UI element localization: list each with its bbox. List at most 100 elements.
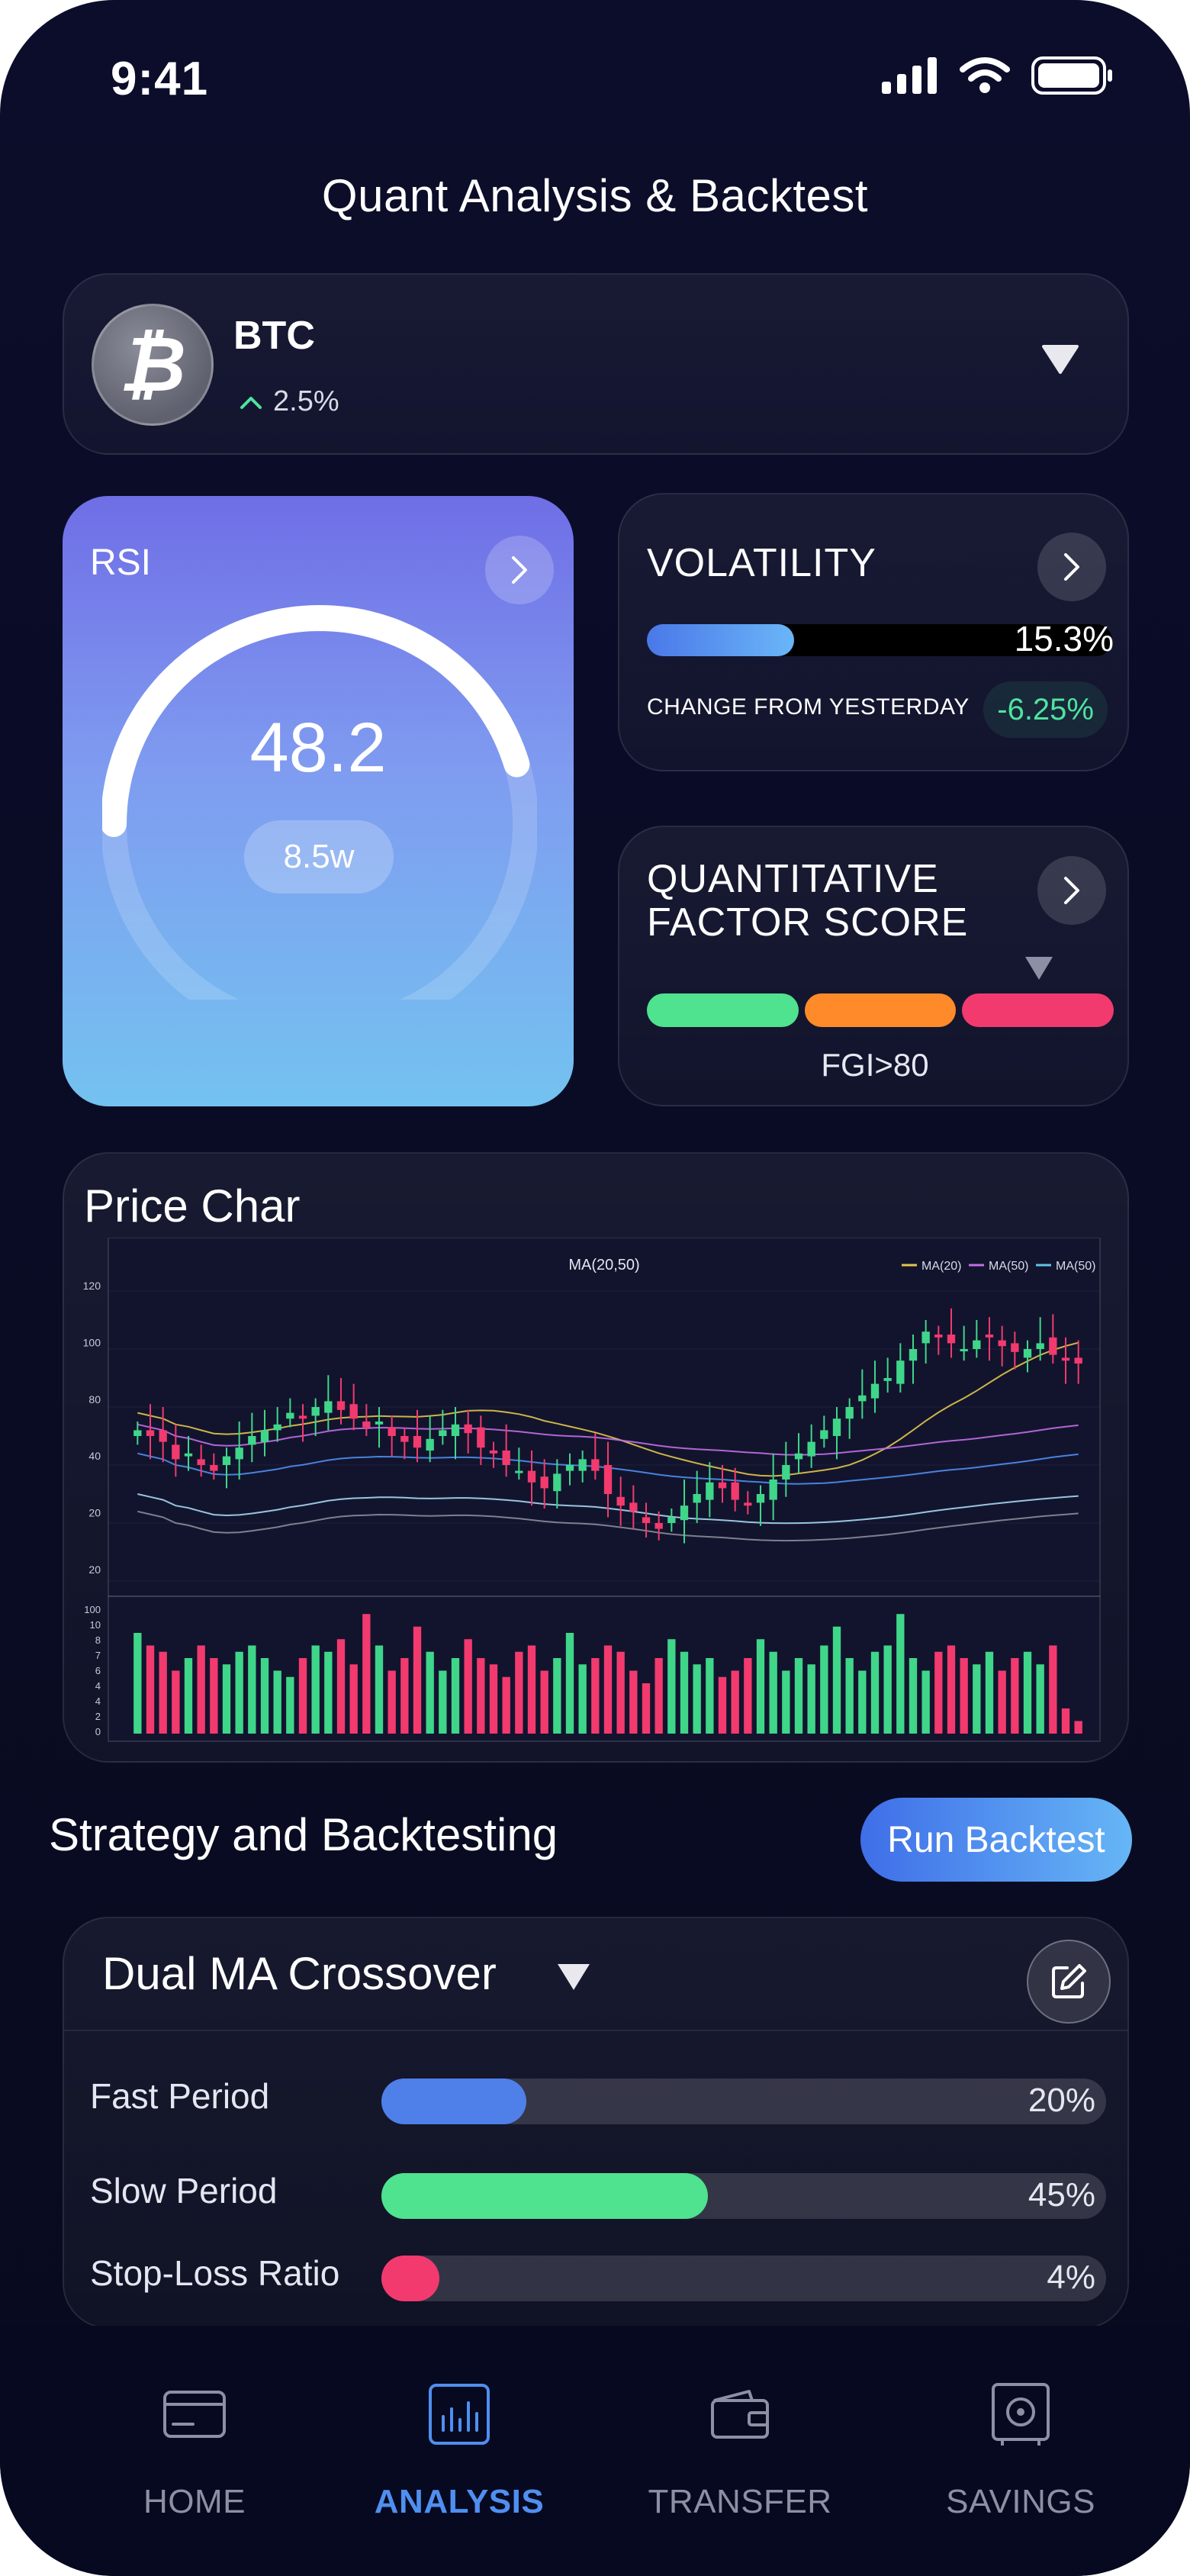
- volume-bar: [883, 1645, 892, 1734]
- volume-bar: [197, 1645, 205, 1734]
- factor-score-segment: [804, 993, 957, 1027]
- battery-icon: [1031, 56, 1112, 95]
- candle-body: [603, 1465, 613, 1494]
- run-backtest-button[interactable]: Run Backtest: [860, 1798, 1132, 1882]
- volume-bar: [998, 1670, 1006, 1734]
- candle-body: [553, 1473, 561, 1492]
- candle-body: [159, 1430, 167, 1442]
- volume-bar: [985, 1651, 994, 1734]
- volume-bar: [603, 1645, 613, 1734]
- volume-bar: [591, 1658, 600, 1734]
- candle-body: [184, 1453, 193, 1457]
- status-time: 9:41: [111, 53, 209, 105]
- factor-score-segment: [962, 993, 1114, 1027]
- volatility-title: VOLATILITY: [647, 541, 876, 585]
- candle-body: [947, 1335, 956, 1344]
- candle-body: [222, 1456, 231, 1465]
- signal-icon: [882, 57, 937, 94]
- candle-body: [960, 1349, 968, 1351]
- rsi-card[interactable]: RSI 48.2 8.5w: [63, 496, 574, 1106]
- volume-bar: [693, 1664, 701, 1734]
- volume-bar: [489, 1664, 498, 1734]
- price-chart-title: Price Char: [84, 1180, 301, 1232]
- factor-score-detail-button[interactable]: [1037, 856, 1106, 925]
- volatility-card[interactable]: VOLATILITY 15.3% CHANGE FROM YESTERDAY -…: [618, 493, 1129, 771]
- candle-body: [324, 1401, 333, 1413]
- candle-body: [718, 1482, 727, 1489]
- volatility-detail-button[interactable]: [1037, 533, 1106, 601]
- fast-period-slider[interactable]: 20%: [381, 2079, 1106, 2124]
- volume-bar: [858, 1670, 867, 1734]
- candle-body: [400, 1436, 409, 1442]
- candle-body: [591, 1459, 600, 1471]
- nav-item-home[interactable]: HOME: [80, 2376, 309, 2521]
- dropdown-triangle-icon[interactable]: [556, 1963, 591, 1992]
- status-bar: 9:41: [0, 46, 1190, 114]
- nav-item-savings[interactable]: SAVINGS: [906, 2376, 1135, 2521]
- candle-body: [832, 1418, 841, 1436]
- candle-body: [133, 1430, 142, 1436]
- factor-score-card[interactable]: QUANTITATIVE FACTOR SCORE FGI>80: [618, 826, 1129, 1106]
- volume-bar: [744, 1658, 752, 1734]
- candle-body: [807, 1441, 815, 1457]
- volume-bar: [362, 1614, 371, 1734]
- legend-label: MA(20): [921, 1260, 961, 1273]
- candle-body: [565, 1465, 574, 1471]
- nav-label: SAVINGS: [946, 2483, 1095, 2520]
- volume-bar: [642, 1683, 651, 1734]
- candle-body: [782, 1465, 790, 1480]
- price-axis: 120 100 80 40 20 20: [83, 1280, 101, 1576]
- param-fill: [381, 2079, 526, 2124]
- rsi-period-pill: 8.5w: [244, 820, 394, 894]
- volume-bar: [184, 1658, 193, 1734]
- volume-bar: [832, 1626, 841, 1734]
- volume-bar: [731, 1670, 739, 1734]
- nav-item-analysis[interactable]: ANALYSIS: [345, 2376, 574, 2521]
- factor-score-title-line1: QUANTITATIVE: [647, 857, 939, 901]
- param-row-fast-period: Fast Period 20%: [64, 2069, 1127, 2130]
- volume-bar: [464, 1639, 472, 1734]
- stop-loss-ratio-slider[interactable]: 4%: [381, 2256, 1106, 2301]
- price-tick-label: 40: [88, 1450, 101, 1462]
- slow-period-slider[interactable]: 45%: [381, 2173, 1106, 2219]
- candle-body: [362, 1422, 371, 1428]
- volatility-value: 15.3%: [1014, 619, 1114, 658]
- candle-body: [477, 1427, 485, 1448]
- price-tick-label: 120: [83, 1280, 101, 1292]
- candle-body: [896, 1360, 905, 1384]
- strategy-selector[interactable]: Dual MA Crossover: [64, 1918, 1127, 2031]
- volume-bar: [680, 1651, 689, 1734]
- param-value: 4%: [1047, 2259, 1095, 2296]
- volume-bar: [947, 1645, 956, 1734]
- candle-body: [1036, 1343, 1044, 1349]
- candle-body: [706, 1482, 714, 1500]
- candle-body: [642, 1517, 651, 1523]
- edit-strategy-button[interactable]: [1027, 1940, 1111, 2024]
- candle-body: [1023, 1349, 1032, 1358]
- nav-item-transfer[interactable]: TRANSFER: [626, 2376, 854, 2521]
- factor-score-title-line2: FACTOR SCORE: [647, 900, 969, 945]
- legend-label: MA(50): [989, 1260, 1028, 1273]
- param-row-slow-period: Slow Period 45%: [64, 2164, 1127, 2225]
- volume-bar: [311, 1645, 320, 1734]
- param-label: Stop-Loss Ratio: [90, 2253, 340, 2293]
- candle-body: [464, 1424, 472, 1434]
- volume-bar: [388, 1670, 396, 1734]
- volume-bar: [782, 1670, 790, 1734]
- candle-body: [273, 1424, 281, 1431]
- volume-bar: [1061, 1708, 1070, 1734]
- volume-bar: [260, 1658, 269, 1734]
- factor-score-segment: [647, 993, 799, 1027]
- volume-bar: [540, 1670, 548, 1734]
- volume-bar: [527, 1645, 536, 1734]
- volume-bar: [210, 1658, 218, 1734]
- candle-body: [413, 1436, 422, 1448]
- volume-tick-label: 4: [95, 1680, 101, 1692]
- candle-body: [540, 1476, 548, 1489]
- candle-body: [146, 1430, 155, 1436]
- volume-bar: [248, 1645, 256, 1734]
- param-value: 45%: [1028, 2176, 1095, 2214]
- asset-selector[interactable]: ₿ BTC 2.5%: [63, 273, 1129, 455]
- param-row-stop-loss-ratio: Stop-Loss Ratio 4%: [64, 2246, 1127, 2307]
- dropdown-triangle-icon[interactable]: [1042, 343, 1079, 374]
